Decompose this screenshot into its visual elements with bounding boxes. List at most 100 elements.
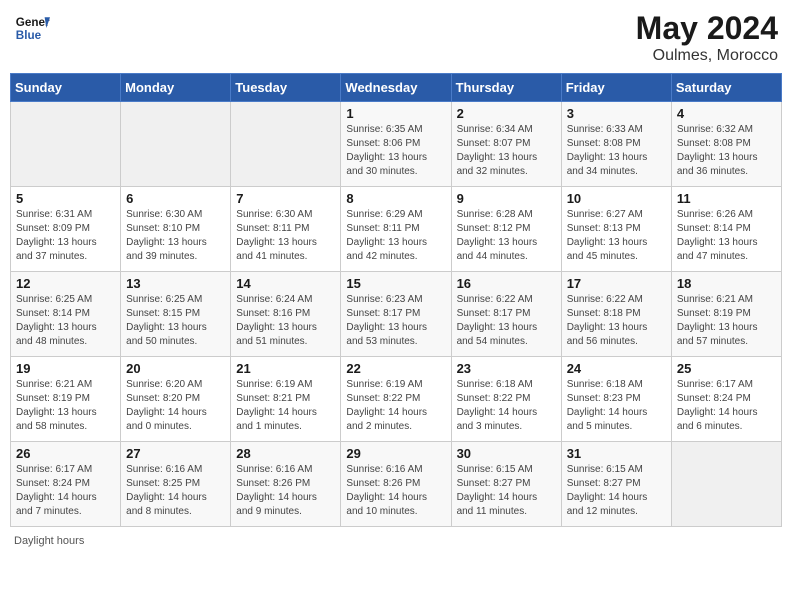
day-number: 3: [567, 106, 666, 121]
calendar-cell: 7Sunrise: 6:30 AM Sunset: 8:11 PM Daylig…: [231, 187, 341, 272]
title-block: May 2024 Oulmes, Morocco: [636, 10, 778, 65]
day-number: 17: [567, 276, 666, 291]
day-info: Sunrise: 6:30 AM Sunset: 8:10 PM Dayligh…: [126, 208, 225, 264]
day-header: Wednesday: [341, 74, 451, 102]
calendar-week-row: 12Sunrise: 6:25 AM Sunset: 8:14 PM Dayli…: [11, 272, 782, 357]
footer: Daylight hours: [10, 535, 782, 547]
calendar-cell: 31 Sunrise: 6:15 AM Sunset: 8:27 PM Dayli…: [561, 442, 671, 527]
calendar-cell: 11 Sunrise: 6:26 AM Sunset: 8:14 PM Dayli…: [671, 187, 781, 272]
calendar-cell: 10 Sunrise: 6:27 AM Sunset: 8:13 PM Dayli…: [561, 187, 671, 272]
day-number: 12: [16, 276, 115, 291]
day-number: 14: [236, 276, 335, 291]
day-number: 29: [346, 446, 445, 461]
calendar-cell: 29 Sunrise: 6:16 AM Sunset: 8:26 PM Dayli…: [341, 442, 451, 527]
calendar-cell: 16 Sunrise: 6:22 AM Sunset: 8:17 PM Dayli…: [451, 272, 561, 357]
day-info: Sunrise: 6:31 AM Sunset: 8:09 PM Dayligh…: [16, 208, 115, 264]
calendar-cell: 13 Sunrise: 6:25 AM Sunset: 8:15 PM Dayli…: [121, 272, 231, 357]
day-number: 13: [126, 276, 225, 291]
svg-text:Blue: Blue: [16, 29, 42, 42]
day-number: 2: [457, 106, 556, 121]
calendar-cell: 18Sunrise: 6:21 AM Sunset: 8:19 PM Dayli…: [671, 272, 781, 357]
calendar-cell: 12Sunrise: 6:25 AM Sunset: 8:14 PM Dayli…: [11, 272, 121, 357]
day-info: Sunrise: 6:29 AM Sunset: 8:11 PM Dayligh…: [346, 208, 445, 264]
day-info: Sunrise: 6:16 AM Sunset: 8:26 PM Dayligh…: [236, 463, 335, 519]
day-info: Sunrise: 6:18 AM Sunset: 8:23 PM Dayligh…: [567, 378, 666, 434]
location-subtitle: Oulmes, Morocco: [636, 47, 778, 65]
day-number: 16: [457, 276, 556, 291]
calendar-cell: 24Sunrise: 6:18 AM Sunset: 8:23 PM Dayli…: [561, 357, 671, 442]
day-header: Tuesday: [231, 74, 341, 102]
day-number: 11: [677, 191, 776, 206]
logo: General Blue: [14, 10, 50, 46]
day-number: 19: [16, 361, 115, 376]
day-number: 8: [346, 191, 445, 206]
day-info: Sunrise: 6:33 AM Sunset: 8:08 PM Dayligh…: [567, 123, 666, 179]
day-number: 30: [457, 446, 556, 461]
calendar-cell: [11, 102, 121, 187]
calendar-cell: 20 Sunrise: 6:20 AM Sunset: 8:20 PM Dayli…: [121, 357, 231, 442]
day-header: Sunday: [11, 74, 121, 102]
day-info: Sunrise: 6:17 AM Sunset: 8:24 PM Dayligh…: [16, 463, 115, 519]
calendar-table: SundayMondayTuesdayWednesdayThursdayFrid…: [10, 73, 782, 527]
day-info: Sunrise: 6:15 AM Sunset: 8:27 PM Dayligh…: [457, 463, 556, 519]
calendar-cell: 27 Sunrise: 6:16 AM Sunset: 8:25 PM Dayli…: [121, 442, 231, 527]
calendar-cell: 25 Sunrise: 6:17 AM Sunset: 8:24 PM Dayli…: [671, 357, 781, 442]
day-number: 27: [126, 446, 225, 461]
day-number: 22: [346, 361, 445, 376]
day-info: Sunrise: 6:22 AM Sunset: 8:18 PM Dayligh…: [567, 293, 666, 349]
day-info: Sunrise: 6:25 AM Sunset: 8:15 PM Dayligh…: [126, 293, 225, 349]
day-info: Sunrise: 6:17 AM Sunset: 8:24 PM Dayligh…: [677, 378, 776, 434]
day-number: 1: [346, 106, 445, 121]
calendar-week-row: 1Sunrise: 6:35 AM Sunset: 8:06 PM Daylig…: [11, 102, 782, 187]
day-info: Sunrise: 6:28 AM Sunset: 8:12 PM Dayligh…: [457, 208, 556, 264]
calendar-cell: [121, 102, 231, 187]
day-info: Sunrise: 6:15 AM Sunset: 8:27 PM Dayligh…: [567, 463, 666, 519]
calendar-cell: 19 Sunrise: 6:21 AM Sunset: 8:19 PM Dayli…: [11, 357, 121, 442]
day-number: 20: [126, 361, 225, 376]
footer-label: Daylight hours: [14, 535, 84, 547]
calendar-cell: 1Sunrise: 6:35 AM Sunset: 8:06 PM Daylig…: [341, 102, 451, 187]
day-info: Sunrise: 6:34 AM Sunset: 8:07 PM Dayligh…: [457, 123, 556, 179]
calendar-cell: [231, 102, 341, 187]
day-info: Sunrise: 6:19 AM Sunset: 8:21 PM Dayligh…: [236, 378, 335, 434]
calendar-cell: 23 Sunrise: 6:18 AM Sunset: 8:22 PM Dayli…: [451, 357, 561, 442]
day-info: Sunrise: 6:20 AM Sunset: 8:20 PM Dayligh…: [126, 378, 225, 434]
page-header: General Blue May 2024 Oulmes, Morocco: [10, 10, 782, 65]
calendar-cell: 28Sunrise: 6:16 AM Sunset: 8:26 PM Dayli…: [231, 442, 341, 527]
calendar-cell: 22Sunrise: 6:19 AM Sunset: 8:22 PM Dayli…: [341, 357, 451, 442]
calendar-week-row: 5 Sunrise: 6:31 AM Sunset: 8:09 PM Daylig…: [11, 187, 782, 272]
day-number: 25: [677, 361, 776, 376]
calendar-cell: 9 Sunrise: 6:28 AM Sunset: 8:12 PM Daylig…: [451, 187, 561, 272]
day-header: Saturday: [671, 74, 781, 102]
calendar-cell: 5 Sunrise: 6:31 AM Sunset: 8:09 PM Daylig…: [11, 187, 121, 272]
day-info: Sunrise: 6:16 AM Sunset: 8:25 PM Dayligh…: [126, 463, 225, 519]
calendar-cell: 26 Sunrise: 6:17 AM Sunset: 8:24 PM Dayli…: [11, 442, 121, 527]
logo-icon: General Blue: [14, 10, 50, 46]
day-number: 26: [16, 446, 115, 461]
day-info: Sunrise: 6:22 AM Sunset: 8:17 PM Dayligh…: [457, 293, 556, 349]
calendar-cell: 3 Sunrise: 6:33 AM Sunset: 8:08 PM Daylig…: [561, 102, 671, 187]
day-number: 15: [346, 276, 445, 291]
day-info: Sunrise: 6:32 AM Sunset: 8:08 PM Dayligh…: [677, 123, 776, 179]
day-number: 9: [457, 191, 556, 206]
day-number: 18: [677, 276, 776, 291]
month-year-title: May 2024: [636, 10, 778, 47]
calendar-cell: 8 Sunrise: 6:29 AM Sunset: 8:11 PM Daylig…: [341, 187, 451, 272]
day-number: 31: [567, 446, 666, 461]
day-header: Friday: [561, 74, 671, 102]
calendar-week-row: 19 Sunrise: 6:21 AM Sunset: 8:19 PM Dayli…: [11, 357, 782, 442]
day-number: 5: [16, 191, 115, 206]
day-number: 4: [677, 106, 776, 121]
day-number: 10: [567, 191, 666, 206]
day-info: Sunrise: 6:16 AM Sunset: 8:26 PM Dayligh…: [346, 463, 445, 519]
day-number: 7: [236, 191, 335, 206]
calendar-cell: 17 Sunrise: 6:22 AM Sunset: 8:18 PM Dayli…: [561, 272, 671, 357]
day-info: Sunrise: 6:27 AM Sunset: 8:13 PM Dayligh…: [567, 208, 666, 264]
calendar-cell: 21Sunrise: 6:19 AM Sunset: 8:21 PM Dayli…: [231, 357, 341, 442]
calendar-cell: [671, 442, 781, 527]
day-info: Sunrise: 6:21 AM Sunset: 8:19 PM Dayligh…: [16, 378, 115, 434]
day-info: Sunrise: 6:26 AM Sunset: 8:14 PM Dayligh…: [677, 208, 776, 264]
day-number: 23: [457, 361, 556, 376]
day-info: Sunrise: 6:24 AM Sunset: 8:16 PM Dayligh…: [236, 293, 335, 349]
day-info: Sunrise: 6:18 AM Sunset: 8:22 PM Dayligh…: [457, 378, 556, 434]
